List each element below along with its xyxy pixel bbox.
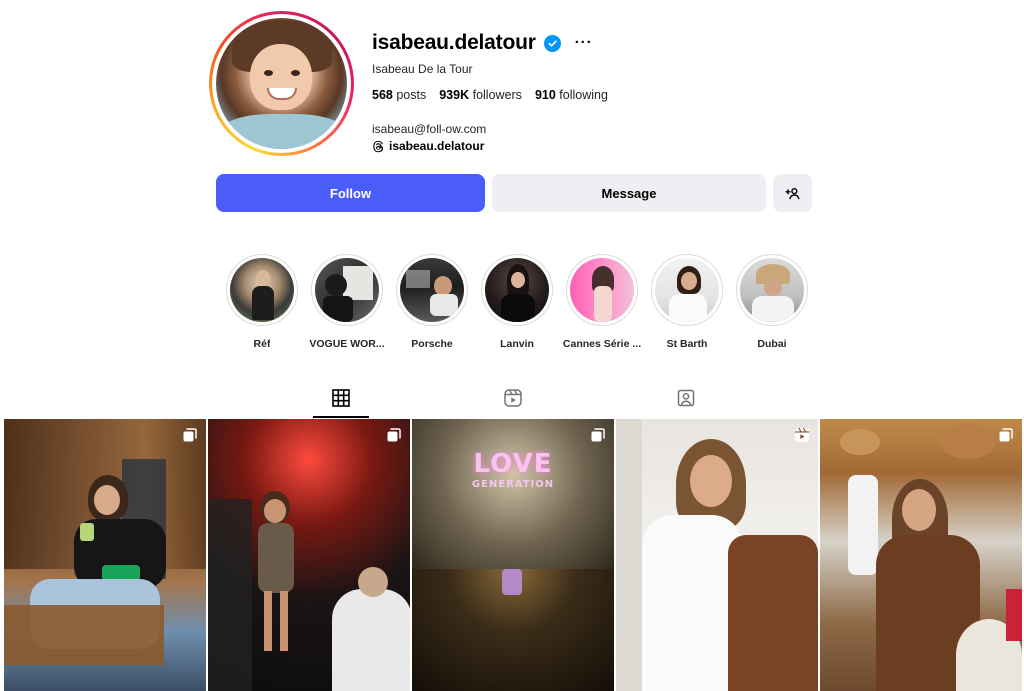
highlight-label: Dubai — [757, 338, 787, 350]
highlight-ref[interactable]: Réf — [226, 254, 298, 350]
username-row: isabeau.delatour ··· — [372, 31, 593, 55]
posts-count: 568 posts — [372, 88, 426, 102]
post-thumbnail[interactable] — [208, 419, 410, 691]
grid-icon — [332, 389, 350, 407]
post-thumbnail[interactable] — [820, 419, 1022, 691]
highlight-thumbnail — [655, 258, 719, 322]
username: isabeau.delatour — [372, 31, 536, 54]
highlight-lanvin[interactable]: Lanvin — [481, 254, 553, 350]
followers-count-label: followers — [472, 88, 522, 102]
highlight-label: Réf — [253, 338, 271, 350]
highlight-label: Porsche — [411, 338, 453, 350]
add-user-icon — [785, 187, 800, 199]
carousel-icon — [998, 427, 1014, 443]
highlight-thumbnail — [230, 258, 294, 322]
carousel-icon — [182, 427, 198, 443]
followers-link[interactable]: 939K followers — [439, 88, 522, 102]
post-thumbnail[interactable] — [4, 419, 206, 691]
profile-avatar[interactable] — [209, 11, 354, 156]
tagged-icon — [677, 389, 695, 407]
reel-icon — [794, 427, 810, 443]
highlight-st-barth[interactable]: St Barth — [651, 254, 723, 350]
posts-count-label: posts — [396, 88, 427, 102]
highlight-thumbnail — [400, 258, 464, 322]
reels-icon — [504, 389, 522, 407]
threads-handle: isabeau.delatour — [389, 139, 485, 153]
story-highlights: Réf VOGUE WOR... Porsche Lanvin Cannes S… — [226, 254, 808, 350]
profile-tabs — [0, 384, 1024, 418]
highlight-label: Cannes Série ... — [562, 338, 642, 350]
highlight-label: Lanvin — [500, 338, 534, 350]
following-count-value: 910 — [534, 88, 556, 102]
highlight-thumbnail — [570, 258, 634, 322]
threads-icon — [373, 140, 384, 152]
tab-posts[interactable] — [313, 384, 369, 418]
profile-stats: 568 posts 939K followers 910 following — [372, 88, 608, 102]
following-count-label: following — [559, 88, 608, 102]
highlight-thumbnail — [740, 258, 804, 322]
avatar-photo — [216, 18, 347, 149]
highlight-dubai[interactable]: Dubai — [736, 254, 808, 350]
carousel-icon — [590, 427, 606, 443]
follow-button[interactable]: Follow — [216, 174, 485, 212]
tab-reels[interactable] — [485, 384, 541, 418]
profile-page: isabeau.delatour ··· Isabeau De la Tour … — [0, 0, 1024, 691]
following-link[interactable]: 910 following — [535, 88, 608, 102]
post-overlay-subtitle: GENERATION — [471, 479, 555, 490]
posts-count-value: 568 — [372, 88, 393, 102]
post-thumbnail[interactable]: LOVE GENERATION — [412, 419, 614, 691]
message-button[interactable]: Message — [492, 174, 766, 212]
highlight-thumbnail — [485, 258, 549, 322]
full-name: Isabeau De la Tour — [372, 62, 473, 76]
tab-tagged[interactable] — [658, 384, 714, 418]
highlight-vogue-world[interactable]: VOGUE WOR... — [309, 254, 385, 350]
highlight-label: VOGUE WOR... — [309, 338, 385, 350]
bio-email: isabeau@foll-ow.com — [372, 122, 487, 136]
post-overlay-title: LOVE — [473, 449, 553, 479]
highlight-thumbnail — [315, 258, 379, 322]
verified-badge-icon — [543, 34, 561, 52]
suggested-users-button[interactable] — [773, 174, 812, 212]
threads-link[interactable]: isabeau.delatour — [372, 139, 484, 153]
more-options-button[interactable]: ··· — [575, 35, 593, 50]
carousel-icon — [386, 427, 402, 443]
highlight-porsche[interactable]: Porsche — [396, 254, 468, 350]
highlight-label: St Barth — [666, 338, 708, 350]
highlight-cannes-serie[interactable]: Cannes Série ... — [562, 254, 642, 350]
followers-count-value: 939K — [439, 88, 470, 102]
posts-grid: LOVE GENERATION — [4, 419, 1022, 691]
post-thumbnail[interactable] — [616, 419, 818, 691]
